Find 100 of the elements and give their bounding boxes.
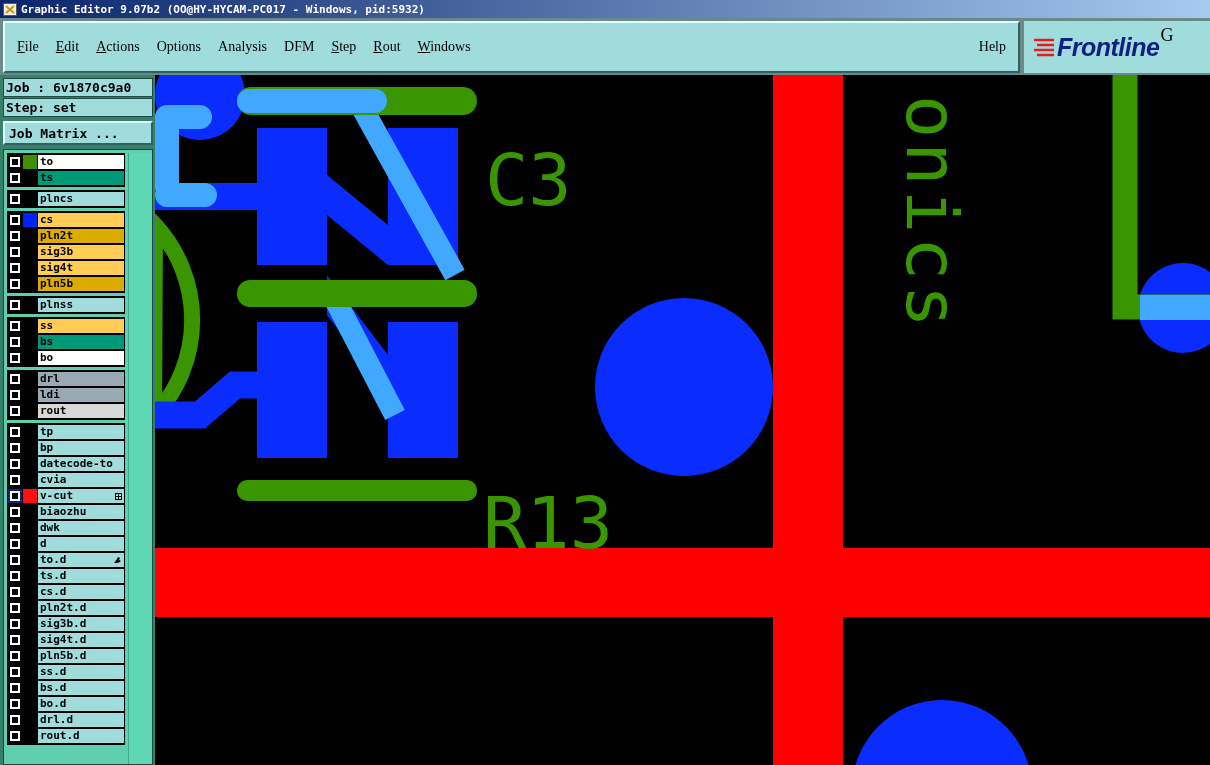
layer-row[interactable]: pln2t xyxy=(8,228,124,244)
layer-name[interactable]: drl.d xyxy=(38,713,124,727)
layer-checkbox[interactable] xyxy=(8,713,22,727)
layer-name[interactable]: datecode-to xyxy=(38,457,124,471)
layer-name[interactable]: bo xyxy=(38,351,124,365)
layer-checkbox[interactable] xyxy=(8,553,22,567)
layer-name[interactable]: plncs xyxy=(38,192,124,206)
layer-name[interactable]: rout xyxy=(38,404,124,418)
layer-name[interactable]: drl xyxy=(38,372,124,386)
layer-row[interactable]: pln5b.d xyxy=(8,648,124,664)
layer-row[interactable]: bs.d xyxy=(8,680,124,696)
layer-checkbox[interactable] xyxy=(8,681,22,695)
layer-checkbox[interactable] xyxy=(8,171,22,185)
layer-row[interactable]: drl xyxy=(8,371,124,387)
layer-checkbox[interactable] xyxy=(8,585,22,599)
menu-item[interactable]: Rout xyxy=(373,39,401,55)
layer-row[interactable]: datecode-to xyxy=(8,456,124,472)
layer-row[interactable]: drl.d xyxy=(8,712,124,728)
layer-checkbox[interactable] xyxy=(8,213,22,227)
layer-checkbox[interactable] xyxy=(8,261,22,275)
layer-checkbox[interactable] xyxy=(8,192,22,206)
layer-row[interactable]: cs.d xyxy=(8,584,124,600)
layer-row[interactable]: sig3b xyxy=(8,244,124,260)
layer-checkbox[interactable] xyxy=(8,505,22,519)
layer-checkbox[interactable] xyxy=(8,649,22,663)
layer-checkbox[interactable] xyxy=(8,473,22,487)
layer-checkbox[interactable] xyxy=(8,521,22,535)
menu-item[interactable]: Windows xyxy=(417,39,471,55)
layer-name[interactable]: cs.d xyxy=(38,585,124,599)
layer-row[interactable]: d xyxy=(8,536,124,552)
layer-name[interactable]: ldi xyxy=(38,388,124,402)
layer-name[interactable]: pln5b xyxy=(38,277,124,291)
layer-checkbox[interactable] xyxy=(8,229,22,243)
layer-name[interactable]: bo.d xyxy=(38,697,124,711)
layer-checkbox[interactable] xyxy=(8,601,22,615)
layer-checkbox[interactable] xyxy=(8,404,22,418)
menu-item[interactable]: Help xyxy=(978,39,1006,55)
layer-row[interactable]: to xyxy=(8,154,124,170)
layer-name[interactable]: v-cut xyxy=(38,489,124,503)
layer-name[interactable]: cvia xyxy=(38,473,124,487)
layer-name[interactable]: plnss xyxy=(38,298,124,312)
layer-name[interactable]: bs xyxy=(38,335,124,349)
layer-row[interactable]: ts.d xyxy=(8,568,124,584)
layer-row[interactable]: bs xyxy=(8,334,124,350)
layer-row[interactable]: v-cut xyxy=(8,488,124,504)
layer-row[interactable]: ss.d xyxy=(8,664,124,680)
layer-checkbox[interactable] xyxy=(8,633,22,647)
layer-name[interactable]: dwk xyxy=(38,521,124,535)
layer-row[interactable]: ts xyxy=(8,170,124,186)
layer-checkbox[interactable] xyxy=(8,729,22,743)
layer-row[interactable]: bo xyxy=(8,350,124,366)
layer-name[interactable]: ss.d xyxy=(38,665,124,679)
layer-checkbox[interactable] xyxy=(8,335,22,349)
layer-row[interactable]: cvia xyxy=(8,472,124,488)
layer-checkbox[interactable] xyxy=(8,665,22,679)
layer-name[interactable]: rout.d xyxy=(38,729,124,743)
layer-checkbox[interactable] xyxy=(8,155,22,169)
layer-row[interactable]: pln2t.d xyxy=(8,600,124,616)
layer-checkbox[interactable] xyxy=(8,425,22,439)
menu-item[interactable]: Options xyxy=(156,39,202,55)
layer-checkbox[interactable] xyxy=(8,617,22,631)
layer-name[interactable]: d xyxy=(38,537,124,551)
layer-checkbox[interactable] xyxy=(8,441,22,455)
layer-name[interactable]: sig3b.d xyxy=(38,617,124,631)
layer-row[interactable]: plnss xyxy=(8,297,124,313)
layer-row[interactable]: sig4t.d xyxy=(8,632,124,648)
layer-row[interactable]: bo.d xyxy=(8,696,124,712)
layer-checkbox[interactable] xyxy=(8,697,22,711)
layer-name[interactable]: tp xyxy=(38,425,124,439)
layer-checkbox[interactable] xyxy=(8,245,22,259)
layer-checkbox[interactable] xyxy=(8,319,22,333)
layer-row[interactable]: rout xyxy=(8,403,124,419)
layer-name[interactable]: ts.d xyxy=(38,569,124,583)
layer-row[interactable]: sig3b.d xyxy=(8,616,124,632)
layer-row[interactable]: sig4t xyxy=(8,260,124,276)
layer-row[interactable]: tp xyxy=(8,424,124,440)
layer-checkbox[interactable] xyxy=(8,351,22,365)
layer-checkbox[interactable] xyxy=(8,457,22,471)
layer-checkbox[interactable] xyxy=(8,388,22,402)
layer-name[interactable]: sig4t.d xyxy=(38,633,124,647)
layer-name[interactable]: ss xyxy=(38,319,124,333)
layer-checkbox[interactable] xyxy=(8,277,22,291)
layer-name[interactable]: to.d xyxy=(38,553,124,567)
menu-item[interactable]: Edit xyxy=(55,39,80,55)
menu-item[interactable]: File xyxy=(17,39,39,55)
layer-checkbox[interactable] xyxy=(8,537,22,551)
layer-row[interactable]: rout.d xyxy=(8,728,124,744)
layer-checkbox[interactable] xyxy=(8,298,22,312)
layer-name[interactable]: pln2t.d xyxy=(38,601,124,615)
menu-item[interactable]: Step xyxy=(331,39,357,55)
layer-name[interactable]: pln5b.d xyxy=(38,649,124,663)
layer-checkbox[interactable] xyxy=(8,569,22,583)
layer-name[interactable]: sig4t xyxy=(38,261,124,275)
menu-item[interactable]: DFM xyxy=(284,39,315,55)
layer-row[interactable]: pln5b xyxy=(8,276,124,292)
layer-name[interactable]: pln2t xyxy=(38,229,124,243)
layer-checkbox[interactable] xyxy=(8,372,22,386)
layer-row[interactable]: cs xyxy=(8,212,124,228)
layer-name[interactable]: cs xyxy=(38,213,124,227)
layer-name[interactable]: sig3b xyxy=(38,245,124,259)
